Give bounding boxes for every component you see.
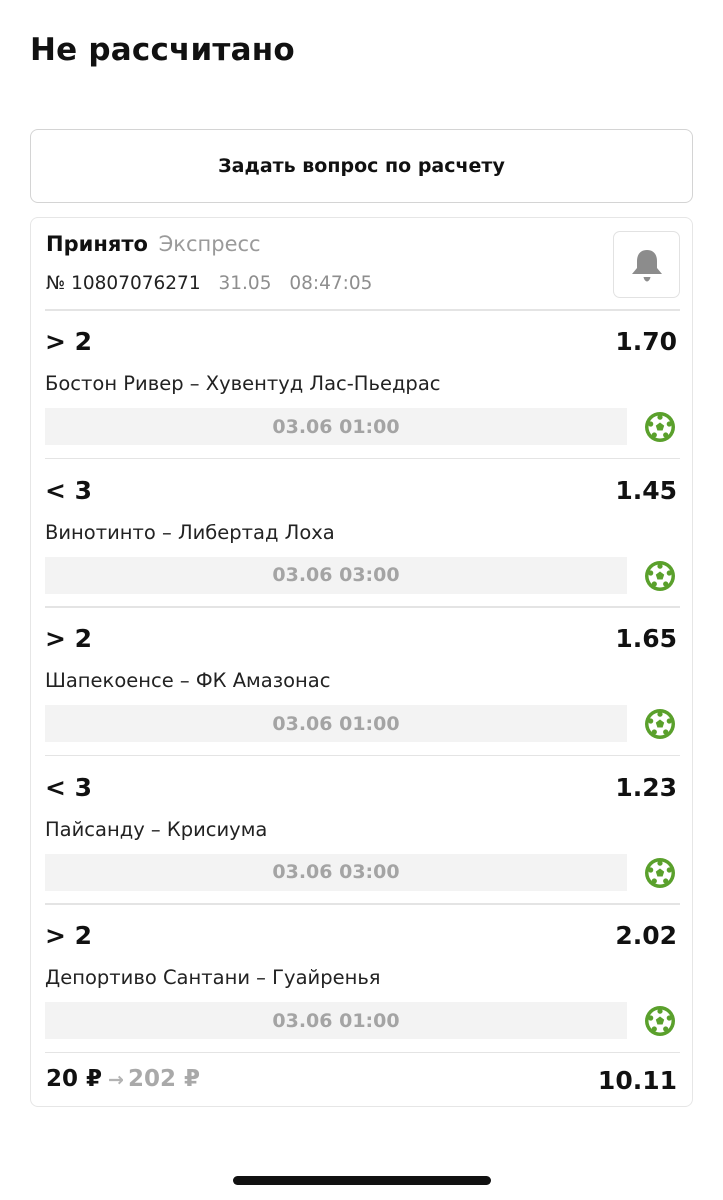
event-teams: Пайсанду – Крисиума bbox=[45, 817, 268, 841]
event-odds: 2.02 bbox=[615, 921, 677, 950]
event-odds: 1.70 bbox=[615, 327, 677, 356]
event-teams: Шапекоенсе – ФК Амазонас bbox=[45, 669, 331, 692]
soccer-ball-icon bbox=[645, 560, 675, 591]
event-datetime: 03.06 03:00 bbox=[45, 853, 627, 891]
payout-amount: 202 ₽ bbox=[127, 1066, 200, 1092]
soccer-ball-icon bbox=[645, 412, 675, 442]
event-odds: 1.65 bbox=[615, 624, 677, 653]
bet-type: Экспресс bbox=[158, 232, 261, 256]
home-indicator[interactable] bbox=[233, 1176, 491, 1185]
bet-status: Принято bbox=[46, 232, 148, 256]
status-line: Принято Экспресс bbox=[46, 232, 261, 256]
event-datetime: 03.06 01:00 bbox=[45, 1002, 627, 1039]
event-teams: Винотинто – Либертад Лоха bbox=[45, 520, 335, 544]
stake-line: 20 ₽ → 202 ₽ bbox=[46, 1066, 200, 1092]
event-outcome: < 3 bbox=[45, 772, 93, 802]
event-datetime: 03.06 01:00 bbox=[45, 705, 627, 742]
event-odds: 1.23 bbox=[615, 772, 677, 802]
stake-amount: 20 ₽ bbox=[46, 1066, 103, 1092]
event-teams: Депортиво Сантани – Гуайренья bbox=[45, 966, 381, 989]
bet-card[interactable]: Принято Экспресс № 10807076271 31.05 08:… bbox=[30, 217, 693, 1107]
soccer-ball-icon bbox=[645, 857, 675, 888]
notification-bell-button[interactable] bbox=[613, 231, 680, 298]
event-datetime: 03.06 01:00 bbox=[45, 408, 627, 445]
arrow-right-icon: → bbox=[108, 1069, 124, 1091]
bet-time: 08:47:05 bbox=[289, 273, 373, 294]
event-outcome: > 2 bbox=[45, 921, 93, 950]
event-outcome: > 2 bbox=[45, 624, 93, 653]
event-datetime: 03.06 03:00 bbox=[45, 556, 627, 594]
divider bbox=[45, 1051, 680, 1053]
event-outcome: < 3 bbox=[45, 475, 93, 505]
ask-question-button[interactable]: Задать вопрос по расчету bbox=[30, 129, 693, 203]
event-row[interactable]: < 3 1.23 Пайсанду – Крисиума 03.06 03:00 bbox=[31, 756, 692, 904]
bet-number: № 10807076271 bbox=[46, 273, 201, 294]
event-odds: 1.45 bbox=[615, 475, 677, 505]
soccer-ball-icon bbox=[645, 709, 675, 739]
bet-card-footer: 20 ₽ → 202 ₽ 10.11 bbox=[31, 1058, 692, 1108]
bet-card-header: Принято Экспресс № 10807076271 31.05 08:… bbox=[31, 218, 692, 310]
event-row[interactable]: < 3 1.45 Винотинто – Либертад Лоха 03.06 03… bbox=[31, 459, 692, 607]
page-title: Не рассчитано bbox=[30, 32, 295, 68]
event-row[interactable]: > 2 2.02 Депортиво Сантани – Гуайренья 03.0… bbox=[31, 904, 692, 1052]
bet-date: 31.05 bbox=[218, 273, 272, 294]
event-teams: Бостон Ривер – Хувентуд Лас-Пьедрас bbox=[45, 372, 441, 395]
event-row[interactable]: > 2 1.70 Бостон Ривер – Хувентуд Лас-Пьедр… bbox=[31, 310, 692, 458]
bet-number-line: № 10807076271 31.05 08:47:05 bbox=[46, 273, 372, 294]
bell-icon bbox=[631, 249, 662, 281]
event-outcome: > 2 bbox=[45, 327, 93, 356]
soccer-ball-icon bbox=[645, 1006, 675, 1036]
event-row[interactable]: > 2 1.65 Шапекоенсе – ФК Амазонас 03.06 01:… bbox=[31, 607, 692, 755]
total-odds: 10.11 bbox=[597, 1066, 677, 1095]
